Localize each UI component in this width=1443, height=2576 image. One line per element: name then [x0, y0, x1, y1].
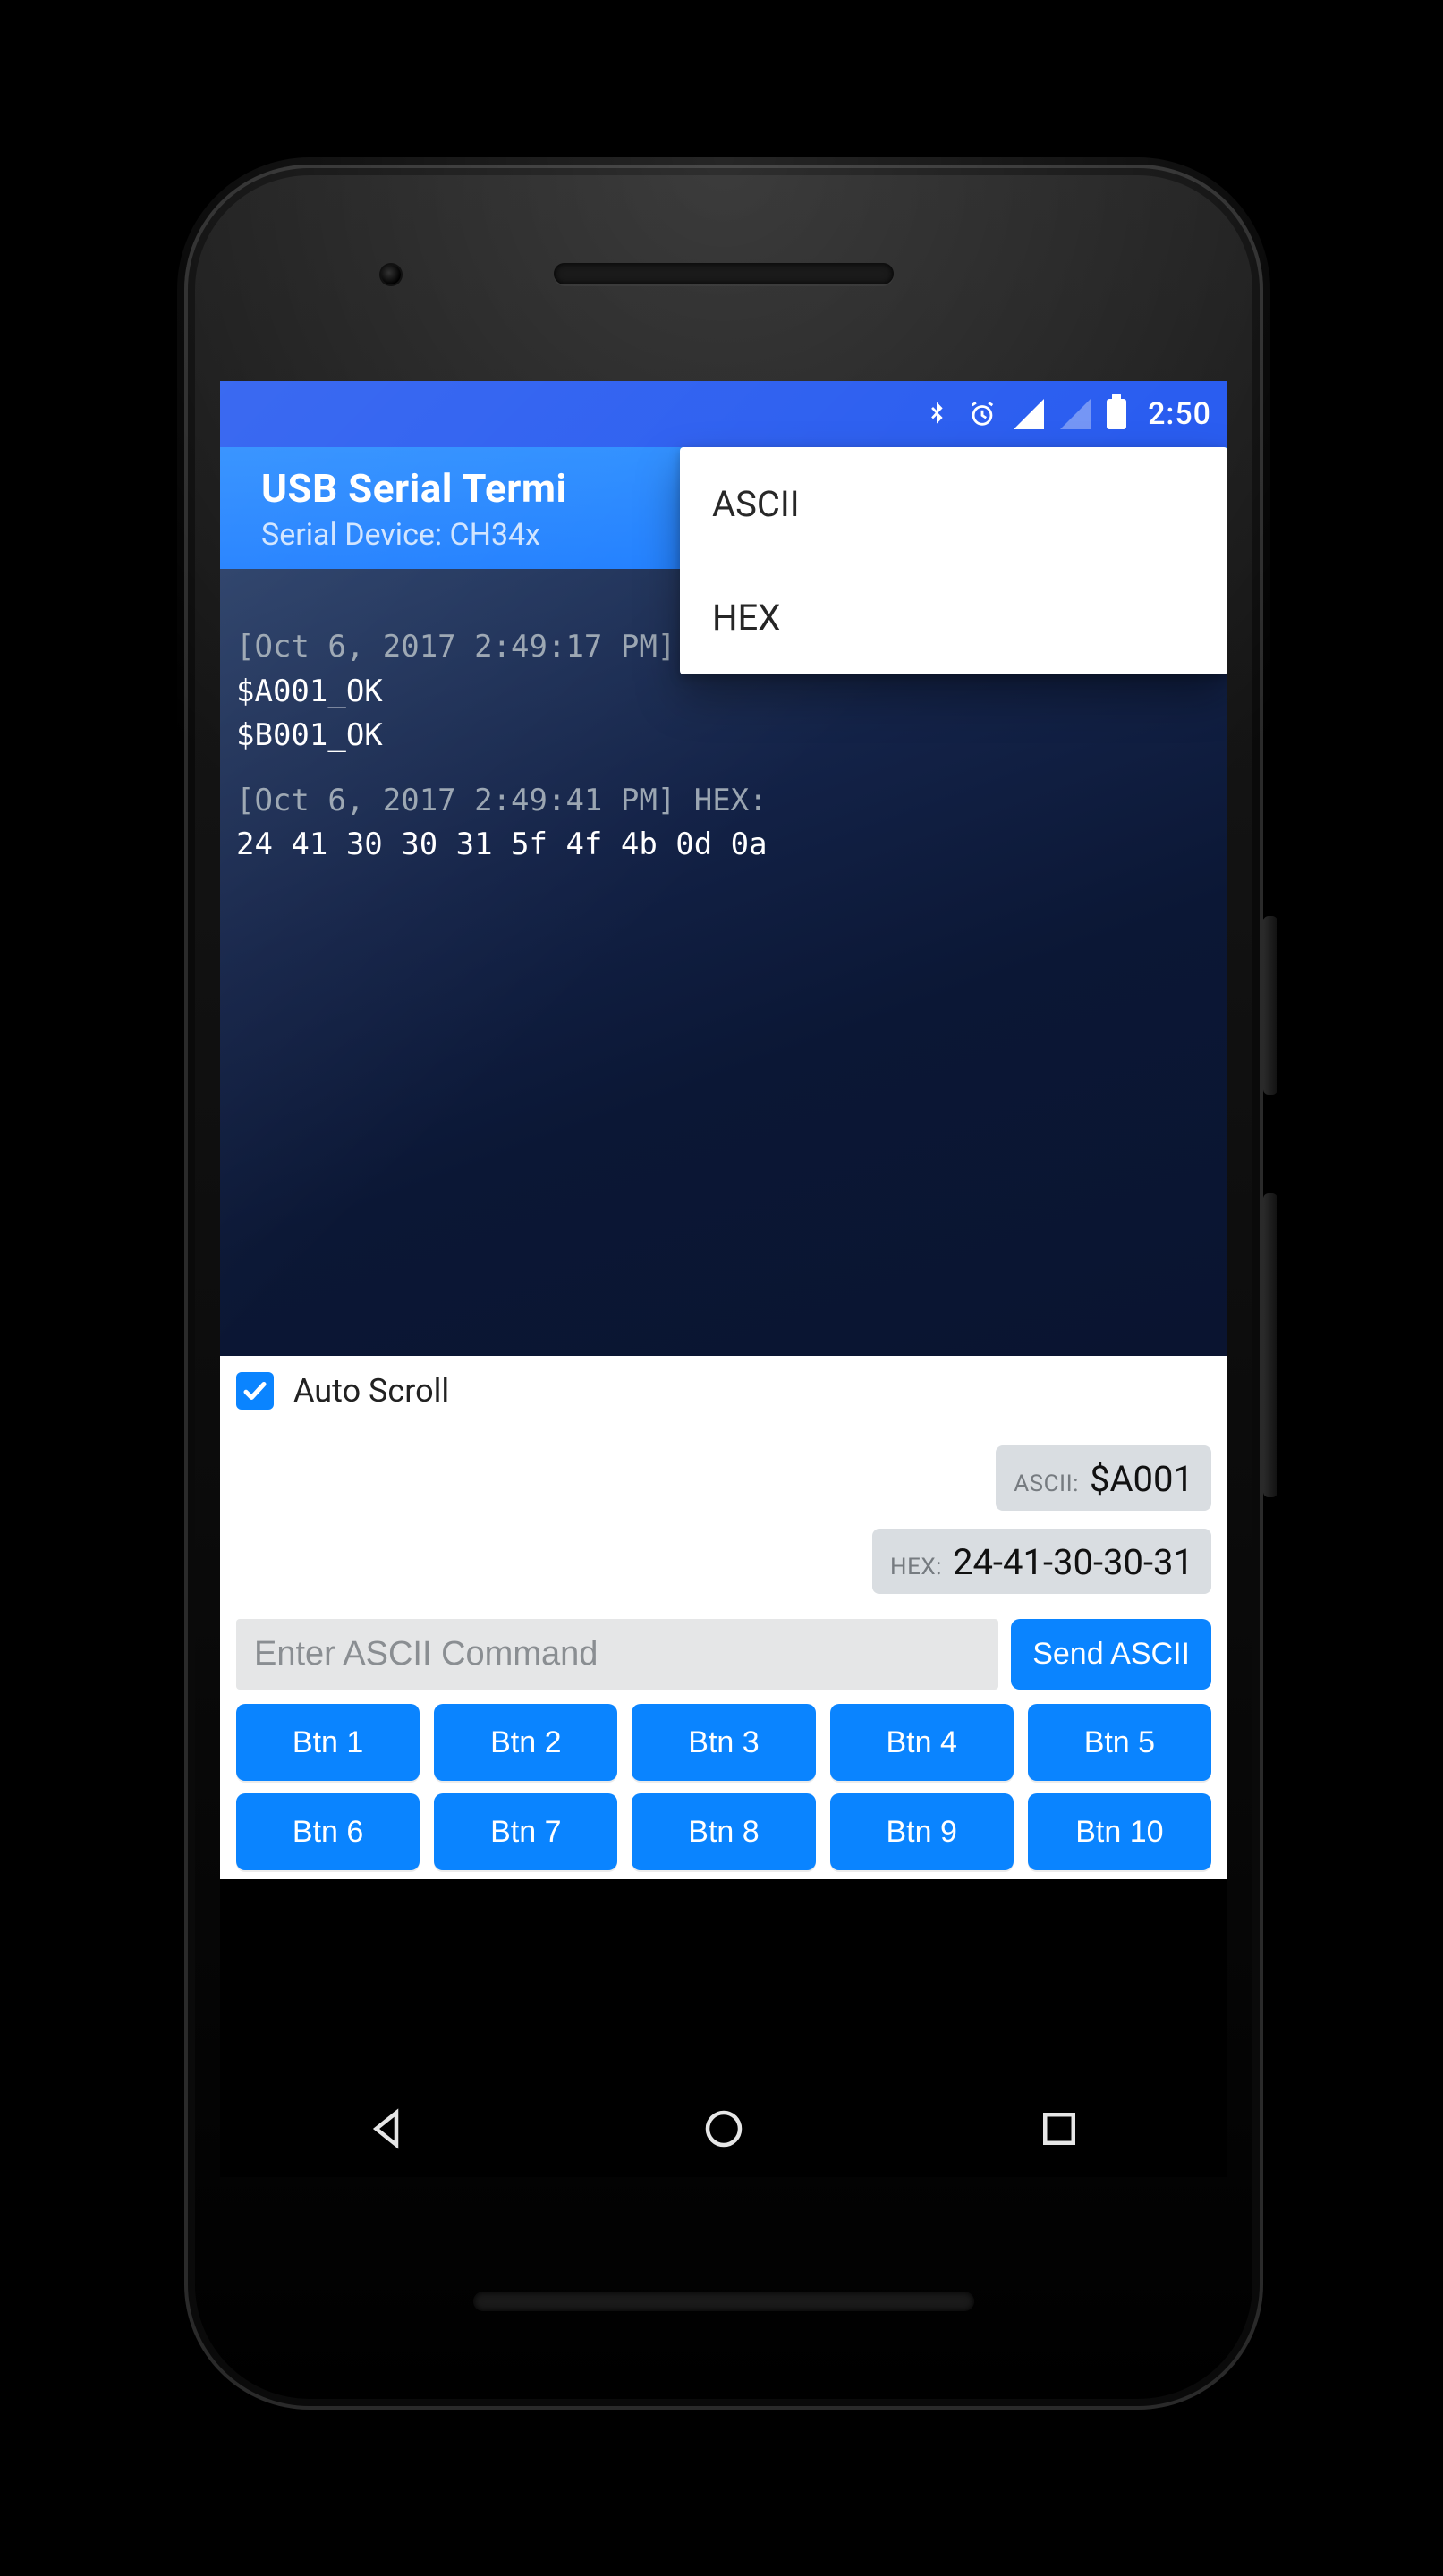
log-line-2: 24 41 30 30 31 5f 4f 4b 0d 0a: [236, 826, 768, 862]
front-camera: [381, 265, 401, 284]
log-timestamp-1: [Oct 6, 2017 2:49:17 PM]: [236, 629, 694, 665]
menu-item-hex[interactable]: HEX: [680, 561, 1227, 674]
quick-btn-1[interactable]: Btn 1: [236, 1704, 420, 1781]
signal-full-icon: [1014, 399, 1044, 429]
autoscroll-label: Auto Scroll: [293, 1372, 449, 1410]
check-icon: [242, 1377, 268, 1404]
autoscroll-row: Auto Scroll: [236, 1372, 1211, 1410]
quick-btn-4[interactable]: Btn 4: [830, 1704, 1014, 1781]
nav-back-button[interactable]: [364, 2105, 412, 2157]
control-panel: Auto Scroll ASCII: $A001 HEX: 24-41-30-3…: [220, 1356, 1227, 1879]
quick-btn-7[interactable]: Btn 7: [434, 1793, 617, 1870]
terminal-log[interactable]: [Oct 6, 2017 2:49:17 PM] $A001_OK $B001_…: [220, 569, 1227, 1356]
alarm-icon: [967, 399, 997, 429]
last-hex-value: 24-41-30-30-31: [953, 1541, 1193, 1583]
mode-dropdown-menu: ASCII HEX: [680, 447, 1227, 674]
volume-button[interactable]: [1263, 1193, 1277, 1497]
log-line-1a: $A001_OK: [236, 674, 383, 709]
last-hex-bubble: HEX: 24-41-30-30-31: [872, 1529, 1211, 1594]
log-line-1b: $B001_OK: [236, 717, 383, 753]
quick-btn-5[interactable]: Btn 5: [1028, 1704, 1211, 1781]
android-status-bar: 2:50: [220, 381, 1227, 447]
bottom-speaker: [473, 2292, 974, 2311]
earpiece: [554, 263, 894, 284]
last-ascii-bubble: ASCII: $A001: [996, 1445, 1211, 1511]
quick-btn-8[interactable]: Btn 8: [632, 1793, 815, 1870]
quick-btn-3[interactable]: Btn 3: [632, 1704, 815, 1781]
nav-home-button[interactable]: [700, 2105, 748, 2157]
signal-empty-icon: [1060, 399, 1091, 429]
screen: 2:50 USB Serial Termi Serial Device: CH3…: [220, 381, 1227, 2177]
android-nav-bar: [220, 2084, 1227, 2177]
last-hex-tag: HEX:: [890, 1554, 942, 1580]
quick-buttons: Btn 1 Btn 2 Btn 3 Btn 4 Btn 5 Btn 6 Btn …: [236, 1704, 1211, 1870]
autoscroll-checkbox[interactable]: [236, 1372, 274, 1410]
quick-btn-6[interactable]: Btn 6: [236, 1793, 420, 1870]
quick-btn-2[interactable]: Btn 2: [434, 1704, 617, 1781]
command-row: Send ASCII: [236, 1619, 1211, 1690]
menu-item-ascii[interactable]: ASCII: [680, 447, 1227, 561]
clock-text: 2:50: [1148, 396, 1211, 432]
send-button[interactable]: Send ASCII: [1011, 1619, 1211, 1690]
last-ascii-value: $A001: [1090, 1458, 1193, 1500]
log-timestamp-2: [Oct 6, 2017 2:49:41 PM] HEX:: [236, 783, 768, 818]
command-input[interactable]: [236, 1619, 998, 1690]
bluetooth-icon: [922, 400, 951, 428]
last-ascii-tag: ASCII:: [1014, 1470, 1079, 1497]
nav-recents-button[interactable]: [1035, 2105, 1083, 2157]
stage: 2:50 USB Serial Termi Serial Device: CH3…: [0, 0, 1443, 2576]
last-sent-bubbles: ASCII: $A001 HEX: 24-41-30-30-31: [236, 1445, 1211, 1594]
power-button[interactable]: [1263, 916, 1277, 1095]
quick-btn-9[interactable]: Btn 9: [830, 1793, 1014, 1870]
battery-icon: [1107, 399, 1126, 429]
quick-btn-10[interactable]: Btn 10: [1028, 1793, 1211, 1870]
phone-frame: 2:50 USB Serial Termi Serial Device: CH3…: [184, 165, 1263, 2410]
